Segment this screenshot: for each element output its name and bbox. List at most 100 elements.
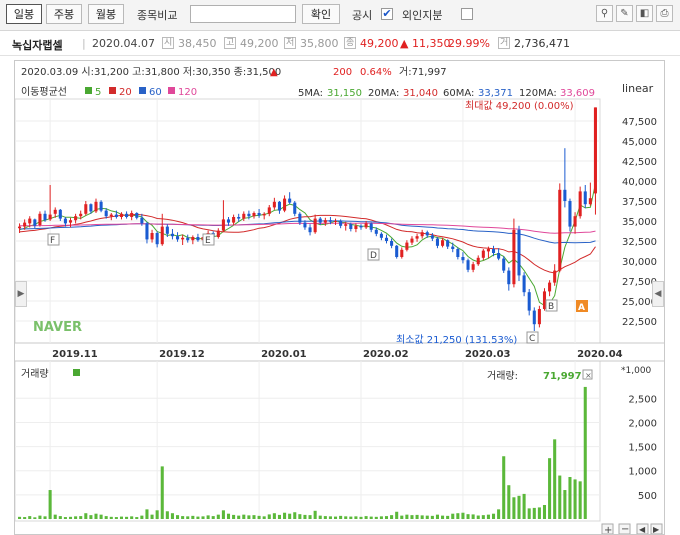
volume-bar <box>390 515 394 519</box>
volume-bar <box>517 495 521 519</box>
candle-body <box>63 218 67 224</box>
volume-bar <box>165 511 169 519</box>
candle-body <box>344 224 348 226</box>
marker-b[interactable]: B <box>545 299 558 312</box>
candle-body <box>150 233 154 240</box>
volume-bar <box>542 505 547 519</box>
volume-bar <box>466 514 470 519</box>
period-daily-button[interactable]: 일봉 <box>6 4 42 24</box>
marker-a[interactable]: A <box>576 300 588 313</box>
volume-bar <box>58 516 62 519</box>
volume-bar <box>410 515 414 519</box>
volume-bar <box>28 516 32 519</box>
svg-text:+: + <box>604 525 612 534</box>
candle-body <box>130 213 134 217</box>
marker-d[interactable]: D <box>367 248 380 261</box>
print-icon[interactable]: ⎙ <box>656 5 673 22</box>
ma60-value: 33,371 <box>478 88 513 99</box>
volume-swatch <box>73 369 80 376</box>
scale-mode-label[interactable]: linear <box>622 82 654 95</box>
candle-body <box>283 198 287 211</box>
volume-value: 71,997 <box>543 371 582 382</box>
volume-title: 거래량 <box>21 368 49 380</box>
volume-bar <box>339 515 343 519</box>
zoom-in-button[interactable]: + <box>601 523 614 534</box>
disclosure-label: 공시 <box>352 9 373 22</box>
marker-e[interactable]: E <box>202 233 215 246</box>
volume-bar <box>68 516 73 519</box>
confirm-button[interactable]: 확인 <box>302 4 340 24</box>
close-icon[interactable]: × <box>585 371 592 380</box>
x-tick-label: 2020.02 <box>363 349 409 360</box>
svg-text:−: − <box>621 524 629 534</box>
candle-body <box>28 218 32 224</box>
stock-chart-svg[interactable]: 2020.03.09 시:31,200 고:31,800 저:30,350 종:… <box>15 61 664 534</box>
hover-change-pct: 0.64% <box>360 67 392 78</box>
candle-body <box>165 226 169 234</box>
marker-c[interactable]: C <box>526 331 539 344</box>
volume-bar <box>563 490 567 519</box>
toolbar: 일봉 주봉 월봉 종목비교 확인 공시 ✔ 외인지분 ⚲ ✎ ◧ ⎙ <box>0 0 680 31</box>
candle-body <box>160 226 164 245</box>
scroll-right-button[interactable]: ▶ <box>650 523 663 534</box>
candle-body <box>257 213 261 216</box>
price-tick-label: 40,000 <box>622 177 657 188</box>
scroll-left-button[interactable]: ◀ <box>636 523 649 534</box>
volume-bar <box>578 481 582 519</box>
pan-right-arrow[interactable]: ◀ <box>652 281 664 307</box>
candle-body <box>176 236 180 240</box>
pin-icon[interactable]: ⚲ <box>596 5 613 22</box>
period-monthly-button[interactable]: 월봉 <box>88 4 124 24</box>
volume-bar <box>441 515 445 519</box>
volume-bar <box>298 514 302 519</box>
volume-bar <box>89 515 93 519</box>
volume-bar <box>155 510 159 519</box>
candle-body <box>43 213 47 221</box>
volume-unit: *1,000 <box>621 366 652 376</box>
volume-bar <box>63 517 67 519</box>
volume-bar <box>548 458 552 519</box>
price-change-pct: 29.99% <box>448 37 490 50</box>
volume-bar <box>18 516 22 519</box>
volume-bar <box>456 513 460 519</box>
volume-bar <box>33 517 37 519</box>
toggle-panel-icon[interactable]: ◧ <box>636 5 653 22</box>
candle-body <box>48 214 52 220</box>
candle-body <box>104 210 108 217</box>
zoom-out-button[interactable]: − <box>618 523 631 534</box>
candle-body <box>486 249 490 252</box>
candle-body <box>553 270 557 283</box>
marker-f[interactable]: F <box>47 233 60 246</box>
volume-bar <box>206 515 210 519</box>
candle-body <box>537 309 541 325</box>
disclosure-checkbox[interactable]: ✔ <box>381 8 393 20</box>
period-weekly-button[interactable]: 주봉 <box>46 4 82 24</box>
candle-body <box>522 275 526 293</box>
svg-text:A: A <box>578 303 585 313</box>
candle-body <box>379 233 383 238</box>
volume-bar <box>354 516 358 519</box>
chart-container[interactable]: 2020.03.09 시:31,200 고:31,800 저:30,350 종:… <box>14 60 665 535</box>
volume-bar <box>323 516 327 519</box>
candle-body <box>170 233 174 237</box>
high-price: 49,200 <box>240 37 279 50</box>
foreign-share-checkbox[interactable] <box>461 8 473 20</box>
volume-bar <box>461 512 465 519</box>
high-badge: 고 <box>224 37 237 49</box>
volume-bar <box>216 514 220 519</box>
hover-change-value: 200 <box>333 67 352 78</box>
candle-body <box>145 223 149 240</box>
volume-bar <box>257 515 261 519</box>
candle-body <box>288 198 292 203</box>
candle-body <box>390 241 394 246</box>
compare-input[interactable] <box>190 5 296 23</box>
volume-bar <box>170 513 174 519</box>
candle-body <box>369 223 373 230</box>
candle-body <box>359 225 363 228</box>
candle-body <box>308 227 312 233</box>
candle-body <box>237 217 241 219</box>
candle-body <box>476 257 480 265</box>
pan-left-arrow[interactable]: ▶ <box>15 281 27 307</box>
ma120-swatch <box>168 87 175 94</box>
draw-icon[interactable]: ✎ <box>616 5 633 22</box>
